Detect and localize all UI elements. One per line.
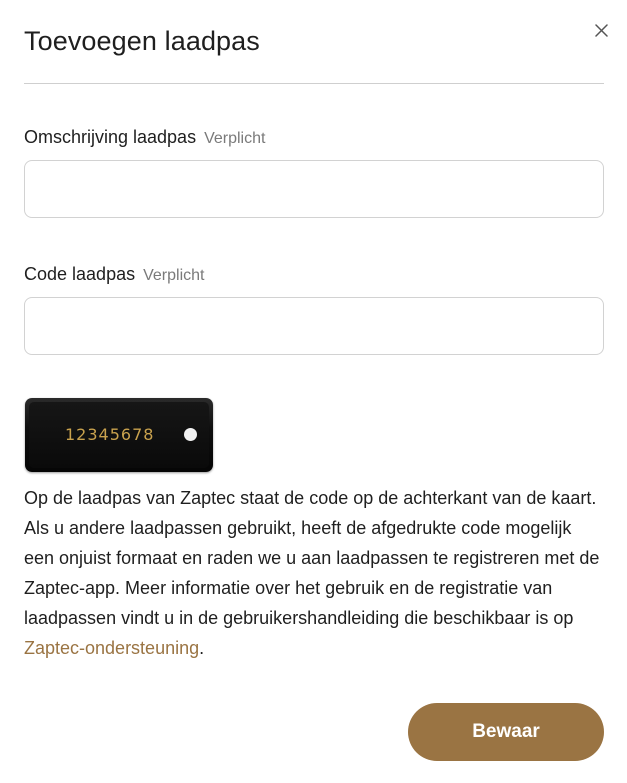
- header-divider: [24, 83, 604, 84]
- card-hole: [184, 428, 197, 441]
- code-label-text: Code laadpas: [24, 264, 136, 284]
- add-charge-card-dialog: Toevoegen laadpas Omschrijving laadpas Ve…: [0, 0, 627, 783]
- close-button[interactable]: [591, 20, 611, 40]
- description-input[interactable]: [24, 160, 604, 218]
- code-input[interactable]: [24, 297, 604, 355]
- save-button[interactable]: Bewaar: [408, 703, 604, 761]
- code-label: Code laadpas Verplicht: [24, 264, 204, 285]
- description-label-text: Omschrijving laadpas: [24, 127, 197, 147]
- card-example-code: 12345678: [65, 425, 155, 444]
- charge-card-illustration: 12345678: [25, 398, 213, 472]
- support-link[interactable]: Zaptec-ondersteuning: [24, 638, 199, 658]
- dialog-title: Toevoegen laadpas: [24, 26, 260, 56]
- close-icon: [594, 23, 608, 37]
- info-body: Op de laadpas van Zaptec staat de code o…: [24, 488, 600, 628]
- info-end: .: [199, 638, 205, 658]
- code-required-hint: Verplicht: [143, 267, 205, 284]
- info-text: Op de laadpas van Zaptec staat de code o…: [24, 483, 604, 663]
- description-required-hint: Verplicht: [204, 130, 266, 147]
- description-label: Omschrijving laadpas Verplicht: [24, 127, 265, 148]
